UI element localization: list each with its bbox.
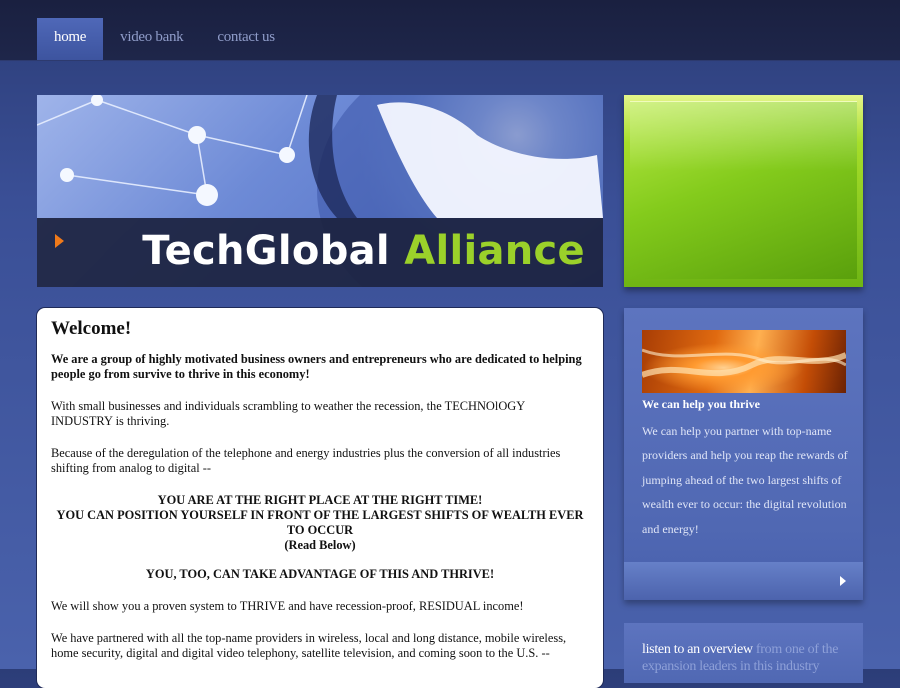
sidebar-title: We can help you thrive xyxy=(642,397,761,411)
overview-text[interactable]: listen to an overview from one of the ex… xyxy=(642,641,852,675)
nav-contact-us[interactable]: contact us xyxy=(200,18,291,60)
main-content-card: Welcome! We are a group of highly motiva… xyxy=(37,308,603,688)
chevron-right-icon[interactable] xyxy=(840,576,846,586)
paragraph-technology: With small businesses and individuals sc… xyxy=(51,399,525,428)
paragraph-deregulation: Because of the deregulation of the telep… xyxy=(51,446,561,475)
banner-brand-strip: TechGlobal Alliance xyxy=(37,218,603,287)
sidebar-panel: We can help you thrive We can help you p… xyxy=(624,308,863,600)
digital-wave-graphic xyxy=(642,348,846,378)
nav-video-bank[interactable]: video bank xyxy=(103,18,200,60)
sidebar-footer[interactable] xyxy=(624,562,863,600)
paragraph-system: We will show you a proven system to THRI… xyxy=(51,599,524,613)
sidebar-text: We can help you partner with top-name pr… xyxy=(642,424,848,536)
callout-thrive: YOU, TOO, CAN TAKE ADVANTAGE OF THIS AND… xyxy=(145,567,495,581)
centered-callout: YOU ARE AT THE RIGHT PLACE AT THE RIGHT … xyxy=(51,493,589,553)
play-arrow-icon[interactable] xyxy=(55,234,64,248)
callout-line-1: YOU ARE AT THE RIGHT PLACE AT THE RIGHT … xyxy=(157,493,483,507)
green-box-shine xyxy=(630,101,857,171)
digital-wave-image xyxy=(642,330,846,393)
overview-link[interactable]: listen to an overview xyxy=(642,642,753,657)
green-feature-box xyxy=(624,95,863,287)
lead-paragraph: We are a group of highly motivated busin… xyxy=(51,352,582,381)
page-heading: Welcome! xyxy=(51,318,132,339)
header-banner: TechGlobal Alliance xyxy=(37,95,603,287)
paragraph-partners: We have partnered with all the top-name … xyxy=(51,631,567,660)
callout-line-3: (Read Below) xyxy=(284,538,356,552)
brand-logo-text: TechGlobal Alliance xyxy=(142,228,585,274)
brand-name-green: Alliance xyxy=(404,228,585,274)
brand-name-white: TechGlobal xyxy=(142,228,390,274)
nav-home[interactable]: home xyxy=(37,18,104,60)
overview-panel[interactable]: listen to an overview from one of the ex… xyxy=(624,623,863,683)
top-navigation-bar: home video bank contact us xyxy=(0,0,900,61)
callout-line-2: YOU CAN POSITION YOURSELF IN FRONT OF TH… xyxy=(56,508,584,537)
main-nav: home video bank contact us xyxy=(37,18,292,60)
